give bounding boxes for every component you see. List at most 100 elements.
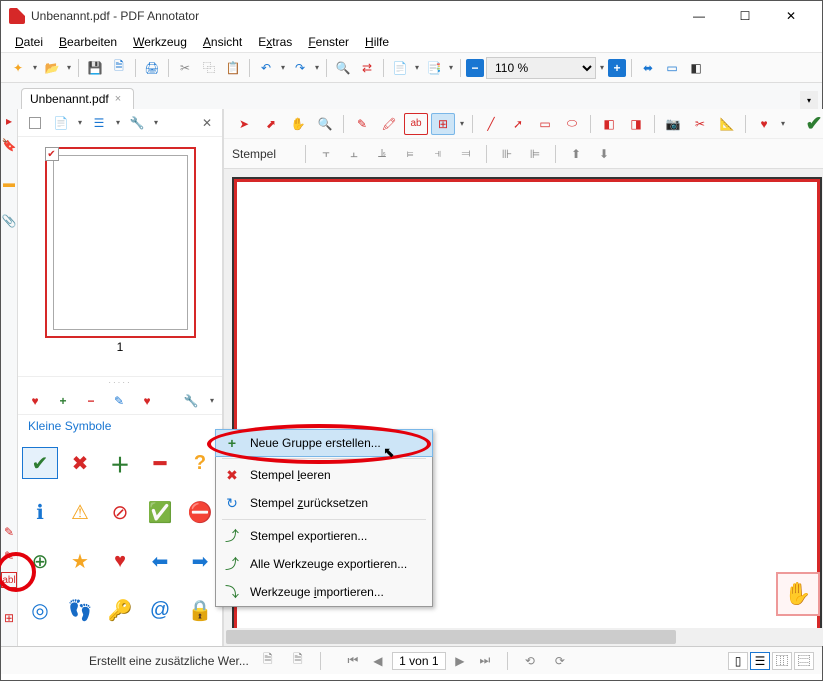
stamp-plus-circle[interactable]: ⊕ (22, 546, 58, 578)
favorites-section-label[interactable]: Kleine Symbole (18, 415, 222, 441)
fit-width-button[interactable]: ⬌ (637, 57, 659, 79)
rail-stamp-icon[interactable]: ⊞ (1, 610, 17, 626)
panel-wrench-button[interactable]: 🔧 (126, 112, 148, 134)
print-button[interactable]: 🖨 (141, 57, 163, 79)
pen-tool[interactable]: ✎ (350, 113, 374, 135)
rect-tool[interactable]: ▭ (533, 113, 557, 135)
thumb-checkbox[interactable]: ✔ (45, 147, 59, 161)
send-back[interactable]: ⬇ (593, 143, 615, 165)
stamp-error[interactable]: ⛔ (182, 496, 218, 528)
stamp-plus-green[interactable]: ＋ (102, 447, 138, 479)
pan-button[interactable]: ✋ (776, 572, 820, 616)
undo-dropdown[interactable]: ▾ (279, 57, 287, 79)
new-doc-button[interactable]: ✦ (7, 57, 29, 79)
stamp-question[interactable]: ? (182, 447, 218, 479)
tab-overflow[interactable]: ▾ (800, 91, 818, 109)
stamp-forbidden[interactable]: ⊘ (102, 496, 138, 528)
rail-pen-icon[interactable]: ✎ (1, 524, 17, 540)
panel-page-button[interactable]: 📄 (50, 112, 72, 134)
menu-file[interactable]: Datei (9, 33, 49, 51)
stamp-arrow-left[interactable]: ⬅ (142, 546, 178, 578)
eraser2-tool[interactable]: ◨ (624, 113, 648, 135)
panel-close-button[interactable]: ✕ (198, 114, 216, 132)
insert-page-button[interactable]: 📄 (389, 57, 411, 79)
splitter[interactable]: ····· (18, 377, 222, 387)
page-input[interactable] (392, 652, 446, 670)
panel-check-button[interactable] (24, 112, 46, 134)
stamp-arrow-right[interactable]: ➡ (182, 546, 218, 578)
nav-back-button[interactable]: ⟲ (519, 650, 541, 672)
arrow-tool[interactable]: ➚ (506, 113, 530, 135)
menu-view[interactable]: Ansicht (197, 33, 248, 51)
rail-text-icon[interactable]: abl (1, 572, 17, 588)
align-bottom[interactable]: ⫤ (455, 143, 477, 165)
stamp-target[interactable]: ◎ (22, 595, 58, 627)
bring-front[interactable]: ⬆ (565, 143, 587, 165)
next-page-button[interactable]: ▶ (449, 650, 471, 672)
ctx-reset-stamps[interactable]: ↻ Stempel zurücksetzen (216, 489, 432, 517)
distribute-v[interactable]: ⊫ (524, 143, 546, 165)
doc-tab[interactable]: Unbenannt.pdf × (21, 88, 134, 109)
last-page-button[interactable]: ⏭ (474, 650, 496, 672)
rail-bookmark-icon[interactable]: 🔖 (1, 137, 17, 153)
cut-button[interactable]: ✂ (174, 57, 196, 79)
ctx-export-stamps[interactable]: ⤴ Stempel exportieren... (216, 522, 432, 550)
fav-wrench-button[interactable]: 🔧 (180, 390, 202, 412)
ctx-import-tools[interactable]: ⤵ Werkzeuge importieren... (216, 578, 432, 606)
stamp-minus-red[interactable]: ━ (142, 447, 178, 479)
align-left[interactable]: ⫟ (315, 143, 337, 165)
redo-button[interactable]: ↷ (289, 57, 311, 79)
delete-page-button[interactable]: 📑 (423, 57, 445, 79)
status-doc-icon[interactable]: 🗎 (257, 650, 279, 672)
new-dropdown[interactable]: ▾ (31, 57, 39, 79)
fav-heart-icon[interactable]: ♥ (24, 390, 46, 412)
ctx-clear-stamps[interactable]: ✖ Stempel leeren (216, 461, 432, 489)
stamp-info[interactable]: ℹ (22, 496, 58, 528)
ctx-export-all-tools[interactable]: ⤴ Alle Werkzeuge exportieren... (216, 550, 432, 578)
horizontal-scrollbar[interactable] (224, 628, 823, 646)
redo-dropdown[interactable]: ▾ (313, 57, 321, 79)
insert-dropdown[interactable]: ▾ (413, 57, 421, 79)
save-button[interactable]: 💾 (84, 57, 106, 79)
undo-button[interactable]: ↶ (255, 57, 277, 79)
stamp-ok[interactable]: ✅ (142, 496, 178, 528)
apply-button[interactable]: ✔ (790, 111, 823, 137)
view-two-page[interactable]: ⿲ (772, 652, 792, 670)
camera-tool[interactable]: 📷 (661, 113, 685, 135)
align-center-h[interactable]: ⫠ (343, 143, 365, 165)
rail-attach-icon[interactable]: 📎 (1, 213, 17, 229)
hand-tool[interactable]: ✋ (286, 113, 310, 135)
select-tool[interactable]: ⬈ (259, 113, 283, 135)
stamp-at[interactable]: @ (142, 595, 178, 627)
page-thumbnail[interactable]: ✔ (45, 147, 196, 338)
cursor-tool[interactable]: ➤ (232, 113, 256, 135)
stamp-heart[interactable]: ♥ (102, 546, 138, 578)
copy-button[interactable]: ⿻ (198, 57, 220, 79)
text-tool[interactable]: ab (404, 113, 428, 135)
first-page-button[interactable]: ⏮ (342, 650, 364, 672)
distribute-h[interactable]: ⊪ (496, 143, 518, 165)
rail-notes-icon[interactable]: ▬ (1, 175, 17, 191)
save-as-button[interactable]: 🗎 (108, 57, 130, 79)
stamp-tool[interactable]: ⊞ (431, 113, 455, 135)
fav-edit-button[interactable]: ✎ (108, 390, 130, 412)
zoom-select[interactable]: 110 % (486, 57, 596, 79)
panel-list-button[interactable]: ☰ (88, 112, 110, 134)
replace-button[interactable]: ⇄ (356, 57, 378, 79)
align-right[interactable]: ⫡ (371, 143, 393, 165)
eraser-tool[interactable]: ◧ (597, 113, 621, 135)
ellipse-tool[interactable]: ⬭ (560, 113, 584, 135)
zoom-in-button[interactable]: + (608, 59, 626, 77)
prev-page-button[interactable]: ◀ (367, 650, 389, 672)
zoom-dropdown[interactable]: ▾ (598, 57, 606, 79)
stamp-x-red[interactable]: ✖ (62, 447, 98, 479)
crop-tool[interactable]: ✂ (688, 113, 712, 135)
search-button[interactable]: 🔍 (332, 57, 354, 79)
paste-button[interactable]: 📋 (222, 57, 244, 79)
view-continuous[interactable]: ☰ (750, 652, 770, 670)
align-top[interactable]: ⫢ (399, 143, 421, 165)
fav-add-button[interactable]: + (52, 390, 74, 412)
delete-dropdown[interactable]: ▾ (447, 57, 455, 79)
ctx-new-group[interactable]: + Neue Gruppe erstellen... (215, 429, 433, 457)
rail-pages-icon[interactable]: ▸ (1, 113, 17, 129)
